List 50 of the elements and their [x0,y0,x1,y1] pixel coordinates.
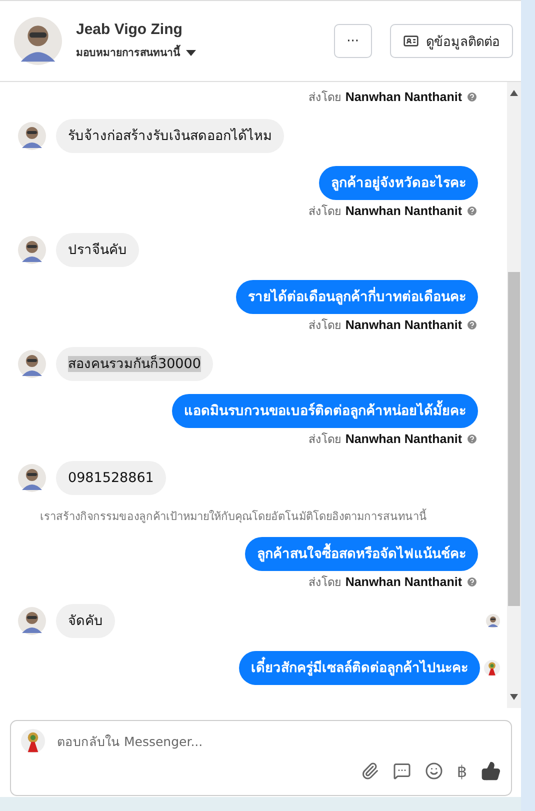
message-bubble: ปราจีนคับ [56,233,139,267]
avatar-icon [484,660,500,676]
system-note: เราสร้างกิจกรรมของลูกค้าเป้าหมายให้กับคุณโดยอัตโนมัติโดยอิงตามการสนทนานี้ [40,508,428,525]
help-icon[interactable] [466,576,478,588]
chat-bubble-icon[interactable] [392,762,411,780]
help-icon[interactable] [466,319,478,331]
scroll-down-icon[interactable] [510,694,518,700]
view-contact-button[interactable]: ดูข้อมูลติดต่อ [390,24,513,58]
contact-name: Jeab Vigo Zing [76,21,184,38]
avatar-icon [18,236,46,264]
avatar-icon [18,607,46,635]
sent-by-label: ส่งโดย [308,574,342,591]
avatar-icon [18,122,46,150]
scroll-up-icon[interactable] [510,90,518,96]
sender-name: Nanwhan Nanthanit [345,432,462,446]
caret-icon [186,50,196,56]
sent-by-label: ส่งโดย [308,203,342,220]
currency-button[interactable]: ฿ [456,762,467,780]
sent-by-label: ส่งโดย [308,317,342,334]
sent-by-label: ส่งโดย [308,431,342,448]
avatar-icon [21,729,45,753]
message-bubble: แอดมินรบกวนขอเบอร์ติดต่อลูกค้าหน่อยได้มั้ยคะ [172,394,478,428]
attach-icon[interactable] [360,762,379,780]
avatar-icon [14,17,62,65]
avatar-icon [18,464,46,492]
message-bubble: รับจ้างก่อสร้างรับเงินสดออกได้ไหม [56,119,284,153]
sender-name: Nanwhan Nanthanit [345,575,462,589]
message-bubble: ลูกค้าอยู่จังหวัดอะไรคะ [319,166,478,200]
help-icon[interactable] [466,205,478,217]
help-icon[interactable] [466,91,478,103]
sender-name: Nanwhan Nanthanit [345,90,462,104]
message-bubble: สองคนรวมกันก็30000 [56,347,213,381]
sender-name: Nanwhan Nanthanit [345,204,462,218]
scrollbar[interactable] [507,82,521,708]
message-bubble: 0981528861 [56,461,166,495]
help-icon[interactable] [466,433,478,445]
message-bubble: ลูกค้าสนใจซื้อสดหรือจัดไฟแน้นช์คะ [245,537,478,571]
emoji-icon[interactable] [424,762,443,780]
message-bubble: เดี๋ยวสักครู่มีเซลล์ติดต่อลูกค้าไปนะคะ [239,651,480,685]
assign-dropdown[interactable]: มอบหมายการสนทนานี้ [76,44,196,61]
more-button[interactable]: ··· [334,24,372,58]
avatar-icon [486,614,500,628]
message-bubble: รายได้ต่อเดือนลูกค้ากี่บาทต่อเดือนคะ [236,280,478,314]
message-bubble: จัดคับ [56,604,115,638]
like-icon[interactable] [481,761,501,781]
sent-by-label: ส่งโดย [308,89,342,106]
avatar-icon [18,350,46,378]
reply-field[interactable]: ตอบกลับใน Messenger... ฿ [10,720,512,796]
contact-card-icon [403,33,419,49]
sender-name: Nanwhan Nanthanit [345,318,462,332]
